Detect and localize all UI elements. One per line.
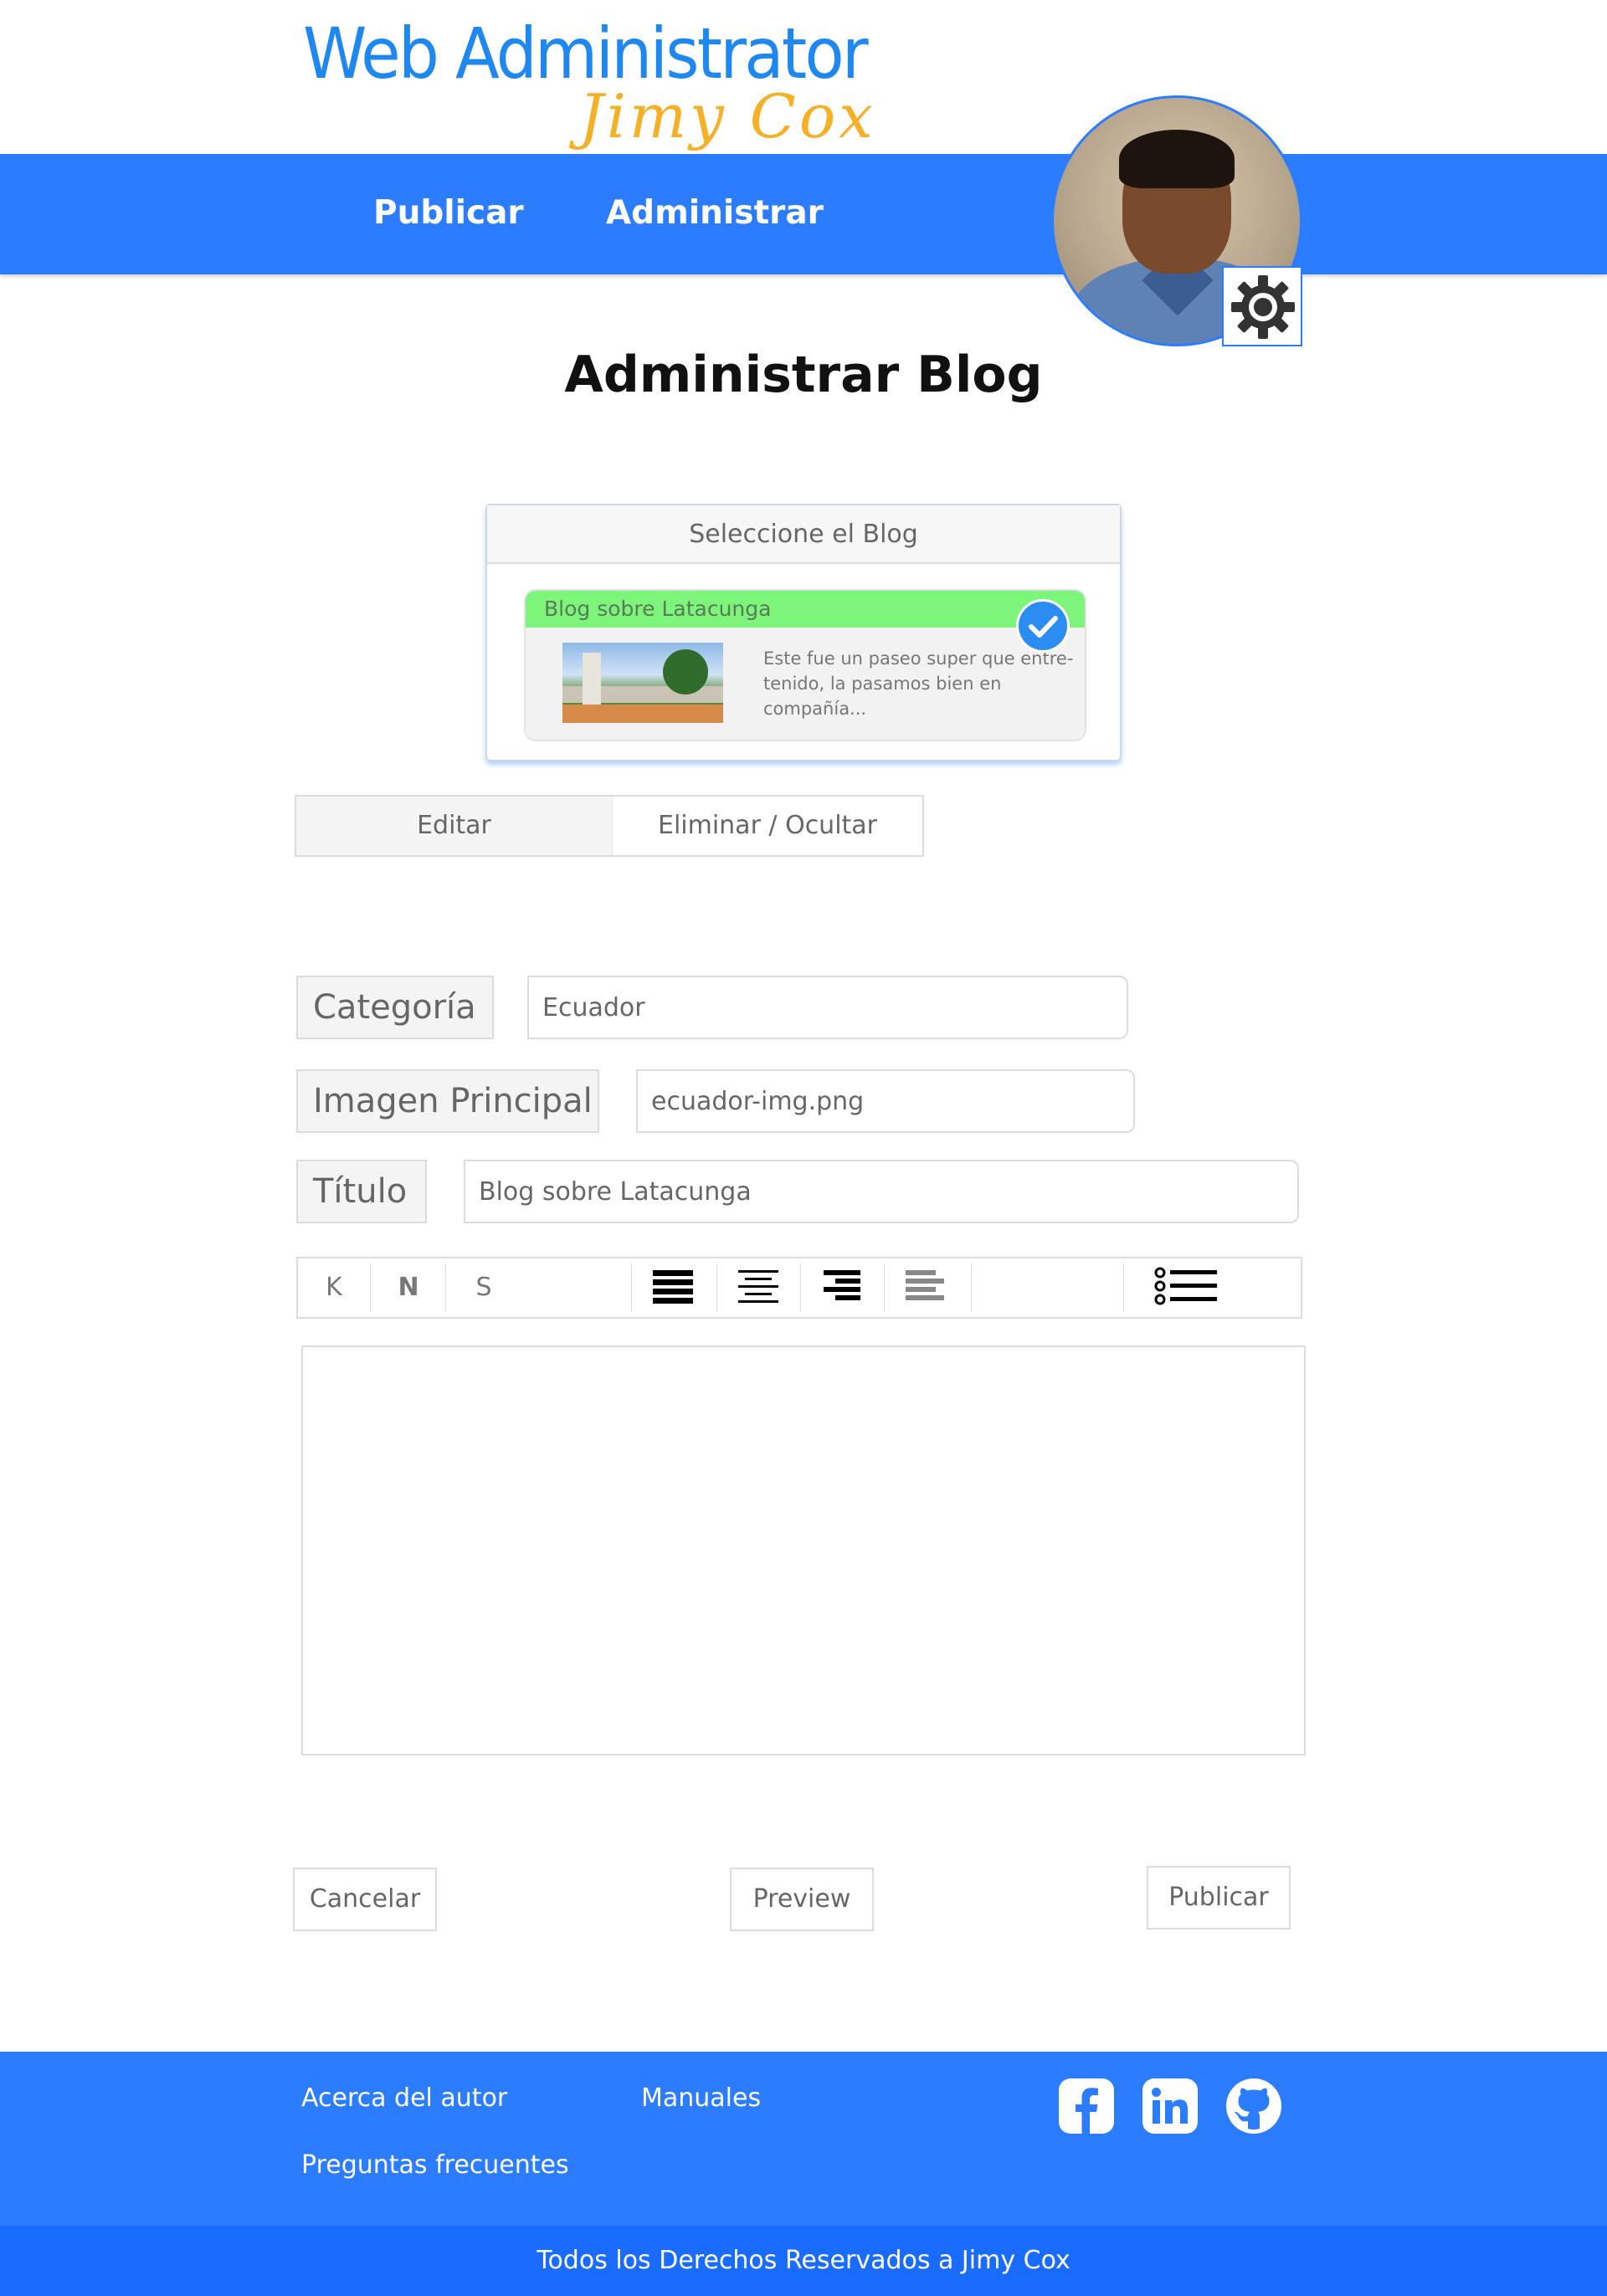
align-justify-icon[interactable]: [651, 1263, 698, 1312]
categoria-input[interactable]: [527, 976, 1128, 1039]
editor-toolbar: K N S: [296, 1257, 1302, 1319]
blog-thumbnail: [562, 643, 723, 723]
preview-button[interactable]: Preview: [730, 1868, 874, 1931]
footer-manuales-link[interactable]: Manuales: [641, 2082, 761, 2115]
nav-publicar-link[interactable]: Publicar: [373, 192, 524, 234]
site-logo[interactable]: Web Administrator Jimy Cox: [303, 12, 914, 151]
publicar-button[interactable]: Publicar: [1147, 1866, 1291, 1930]
facebook-icon[interactable]: [1057, 2077, 1116, 2135]
underline-button[interactable]: S: [447, 1258, 521, 1317]
italic-button[interactable]: K: [298, 1258, 370, 1317]
site-footer: Acerca del autor Manuales Preguntas frec…: [0, 2052, 1607, 2226]
blog-card-description: Este fue un paseo super que entre-tenido…: [763, 648, 1074, 719]
nav-administrar-link[interactable]: Administrar: [606, 192, 824, 234]
tab-editar[interactable]: Editar: [296, 797, 613, 855]
content-editor[interactable]: [301, 1345, 1306, 1755]
settings-button[interactable]: [1222, 266, 1302, 346]
action-tabs: Editar Eliminar / Ocultar: [295, 795, 924, 857]
linkedin-icon[interactable]: [1141, 2077, 1199, 2135]
align-center-icon[interactable]: [737, 1263, 783, 1312]
main-navbar: Publicar Administrar: [0, 154, 1607, 274]
blog-card-title: Blog sobre Latacunga: [526, 591, 1085, 628]
bold-button[interactable]: N: [372, 1258, 445, 1317]
tab-eliminar-ocultar[interactable]: Eliminar / Ocultar: [613, 797, 922, 855]
page-title: Administrar Blog: [564, 346, 1043, 404]
footer-acerca-del-autor-link[interactable]: Acerca del autor: [301, 2082, 507, 2115]
footer-preguntas-frecuentes-link[interactable]: Preguntas frecuentes: [301, 2149, 569, 2182]
categoria-label: Categoría: [296, 976, 494, 1039]
cancelar-button[interactable]: Cancelar: [293, 1868, 437, 1931]
align-left-icon[interactable]: [904, 1263, 951, 1312]
align-right-icon[interactable]: [819, 1263, 865, 1312]
titulo-label: Título: [296, 1160, 427, 1223]
imagen-principal-input[interactable]: [636, 1069, 1135, 1133]
logo-subtitle: Jimy Cox: [579, 81, 876, 151]
blog-selector-header: Seleccione el Blog: [487, 505, 1120, 564]
imagen-principal-label: Imagen Principal: [296, 1069, 599, 1133]
titulo-input[interactable]: [464, 1160, 1299, 1223]
selected-check-icon: [1016, 599, 1070, 653]
list-icon[interactable]: [1153, 1263, 1220, 1312]
gear-icon: [1231, 275, 1295, 339]
blog-card[interactable]: Blog sobre Latacunga Este fue un paseo s…: [524, 589, 1086, 741]
copyright-text: Todos los Derechos Reservados a Jimy Cox: [0, 2226, 1607, 2296]
github-icon[interactable]: [1225, 2077, 1283, 2135]
avatar-hair: [1119, 130, 1235, 188]
